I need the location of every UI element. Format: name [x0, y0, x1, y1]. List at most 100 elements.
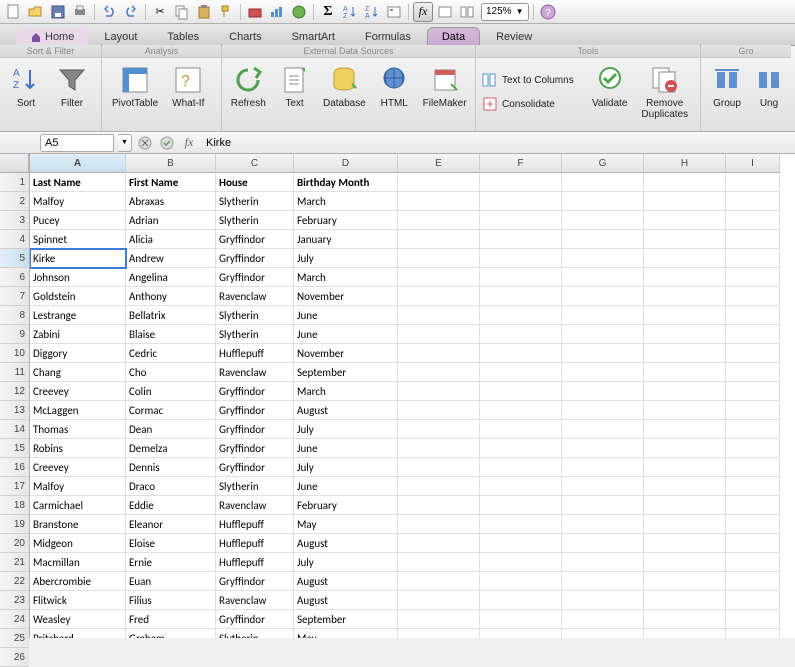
cell[interactable]	[644, 382, 726, 401]
col-header-H[interactable]: H	[644, 154, 726, 173]
row-header[interactable]: 16	[0, 458, 29, 477]
cell[interactable]: August	[294, 534, 398, 553]
cell[interactable]: Slytherin	[216, 325, 294, 344]
enter-icon[interactable]	[158, 134, 176, 152]
cell[interactable]	[726, 382, 780, 401]
name-box[interactable]: A5	[40, 134, 114, 152]
cell[interactable]	[562, 420, 644, 439]
cell[interactable]	[562, 306, 644, 325]
cell[interactable]: Midgeon	[30, 534, 126, 553]
cell[interactable]: August	[294, 572, 398, 591]
database-button[interactable]: Database	[321, 62, 369, 111]
cell[interactable]: Adrian	[126, 211, 216, 230]
cell[interactable]	[398, 591, 480, 610]
cell[interactable]: Cho	[126, 363, 216, 382]
cell[interactable]: Branstone	[30, 515, 126, 534]
cell[interactable]	[644, 325, 726, 344]
select-all-corner[interactable]	[0, 154, 29, 173]
cell[interactable]	[398, 610, 480, 629]
cell[interactable]: Zabini	[30, 325, 126, 344]
cell[interactable]	[644, 363, 726, 382]
cell[interactable]	[562, 192, 644, 211]
text-to-columns-button[interactable]: Text to Columns	[482, 70, 582, 90]
col-header-A[interactable]: A	[30, 154, 126, 173]
cell[interactable]: Gryffindor	[216, 382, 294, 401]
currency-icon[interactable]	[435, 2, 455, 22]
cell[interactable]: Gryffindor	[216, 230, 294, 249]
cell[interactable]	[398, 477, 480, 496]
cell[interactable]: Kirke	[30, 249, 126, 268]
cell[interactable]	[480, 287, 562, 306]
col-header-E[interactable]: E	[398, 154, 480, 173]
cell[interactable]: Gryffindor	[216, 610, 294, 629]
cell[interactable]	[644, 553, 726, 572]
cell[interactable]: Blaise	[126, 325, 216, 344]
cell[interactable]: Alicia	[126, 230, 216, 249]
cell[interactable]	[398, 572, 480, 591]
cell[interactable]	[562, 382, 644, 401]
cell[interactable]	[726, 553, 780, 572]
cell[interactable]: Graham	[126, 629, 216, 638]
cell[interactable]	[480, 363, 562, 382]
cell[interactable]	[644, 534, 726, 553]
cell[interactable]	[726, 192, 780, 211]
cell[interactable]	[726, 439, 780, 458]
col-header-B[interactable]: B	[126, 154, 216, 173]
cell[interactable]	[726, 534, 780, 553]
cell[interactable]	[480, 173, 562, 192]
tab-smartart[interactable]: SmartArt	[278, 28, 349, 46]
row-header[interactable]: 21	[0, 553, 29, 572]
cell[interactable]	[480, 515, 562, 534]
cell[interactable]: Lestrange	[30, 306, 126, 325]
cell[interactable]: Cormac	[126, 401, 216, 420]
row-header[interactable]: 26	[0, 648, 29, 667]
cell[interactable]	[644, 439, 726, 458]
cell[interactable]	[398, 382, 480, 401]
cell[interactable]: Dennis	[126, 458, 216, 477]
cell[interactable]: September	[294, 363, 398, 382]
cell[interactable]: Abraxas	[126, 192, 216, 211]
row-header[interactable]: 1	[0, 173, 29, 192]
filemaker-button[interactable]: FileMaker	[420, 62, 469, 111]
redo-icon[interactable]	[121, 2, 141, 22]
row-header[interactable]: 20	[0, 534, 29, 553]
col-header-F[interactable]: F	[480, 154, 562, 173]
cell[interactable]: Slytherin	[216, 477, 294, 496]
cell[interactable]: Macmillan	[30, 553, 126, 572]
cell[interactable]	[398, 534, 480, 553]
cell[interactable]	[480, 477, 562, 496]
cell[interactable]: Filius	[126, 591, 216, 610]
row-header[interactable]: 22	[0, 572, 29, 591]
cell[interactable]	[480, 325, 562, 344]
cell[interactable]: Ravenclaw	[216, 287, 294, 306]
cell[interactable]: Hufflepuff	[216, 344, 294, 363]
cell[interactable]	[398, 249, 480, 268]
cell[interactable]	[562, 344, 644, 363]
row-header[interactable]: 10	[0, 344, 29, 363]
formula-input[interactable]	[202, 134, 791, 152]
cell[interactable]	[480, 420, 562, 439]
tab-charts[interactable]: Charts	[215, 28, 275, 46]
cell[interactable]: Demelza	[126, 439, 216, 458]
cell[interactable]	[562, 591, 644, 610]
gallery-icon[interactable]	[384, 2, 404, 22]
row-header[interactable]: 5	[0, 249, 29, 268]
cell[interactable]: Johnson	[30, 268, 126, 287]
col-header-C[interactable]: C	[216, 154, 294, 173]
cell[interactable]	[726, 325, 780, 344]
cell[interactable]	[398, 363, 480, 382]
cell[interactable]: Robins	[30, 439, 126, 458]
cell[interactable]: Ravenclaw	[216, 591, 294, 610]
cell[interactable]: June	[294, 306, 398, 325]
cell[interactable]	[562, 553, 644, 572]
cell[interactable]	[726, 477, 780, 496]
cell[interactable]	[398, 344, 480, 363]
cell[interactable]: Eloise	[126, 534, 216, 553]
cell[interactable]	[644, 610, 726, 629]
cell[interactable]: First Name	[126, 173, 216, 192]
row-header[interactable]: 9	[0, 325, 29, 344]
filter-button[interactable]: Filter	[52, 62, 92, 111]
cell[interactable]	[562, 249, 644, 268]
cell[interactable]: Creevey	[30, 458, 126, 477]
cell[interactable]	[480, 306, 562, 325]
